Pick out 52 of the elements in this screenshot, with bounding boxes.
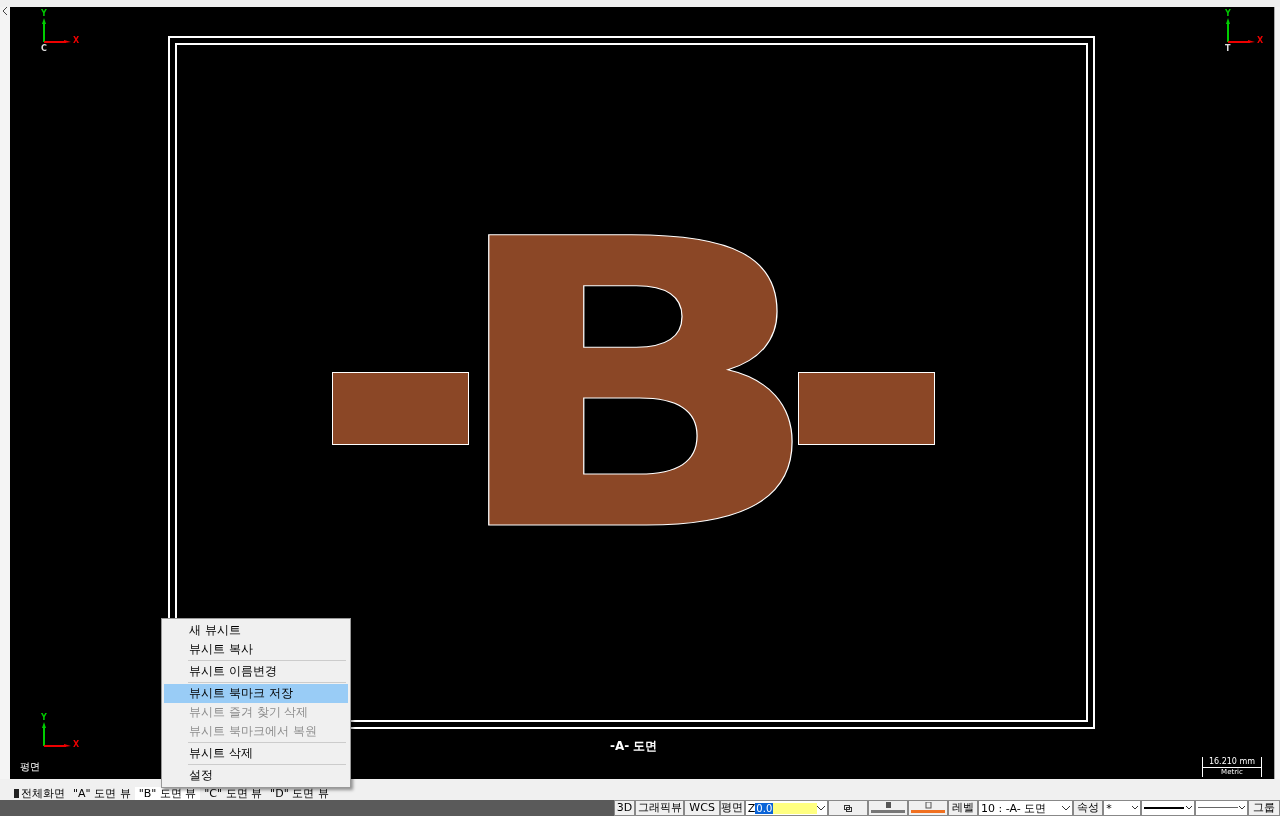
view-label: -A- 도면 xyxy=(610,738,658,755)
chevron-left-icon[interactable] xyxy=(2,7,8,15)
caret-icon xyxy=(1061,805,1070,811)
line-style-dropdown[interactable] xyxy=(1141,800,1195,816)
view-tab[interactable]: "A" 도면 뷰 xyxy=(69,787,135,800)
caret-icon xyxy=(1185,806,1192,810)
status-button[interactable]: 평면 xyxy=(720,800,745,816)
level-dropdown[interactable]: 10 : -A- 도면 xyxy=(978,800,1073,816)
axis-label: Y xyxy=(1225,9,1231,18)
scale-value: 16.210 mm xyxy=(1203,757,1261,768)
menu-item[interactable]: 뷰시트 삭제 xyxy=(164,744,348,763)
view-tab[interactable]: "C" 도면 뷰 xyxy=(200,787,267,800)
drawing-letter: B xyxy=(441,188,829,588)
caret-icon xyxy=(1238,806,1245,810)
menu-item[interactable]: 뷰시트 북마크 저장 xyxy=(164,684,348,703)
color-button[interactable] xyxy=(868,800,908,816)
caret-icon xyxy=(817,805,826,811)
bookmark-icon xyxy=(14,789,19,798)
axis-icon xyxy=(42,722,72,747)
line-width-icon xyxy=(1197,807,1238,809)
view-tab[interactable]: "D" 도면 뷰 xyxy=(266,787,333,800)
style-dropdown[interactable]: * xyxy=(1103,800,1142,816)
axis-icon xyxy=(42,18,72,43)
z-field[interactable]: Z0.0 xyxy=(744,800,829,816)
menu-item[interactable]: 뷰시트 복사 xyxy=(164,640,348,659)
line-width-dropdown[interactable] xyxy=(1194,800,1248,816)
color-swatch-icon xyxy=(910,802,945,814)
layers-icon xyxy=(844,804,853,812)
layer-button[interactable] xyxy=(828,800,869,816)
axis-label: Y xyxy=(41,9,47,18)
view-tab[interactable]: 전체화면 xyxy=(10,787,69,800)
menu-item[interactable]: 뷰시트 이름변경 xyxy=(164,662,348,681)
status-button[interactable]: 그룹 xyxy=(1247,800,1280,816)
axis-label: X xyxy=(73,36,80,45)
axis-label: C xyxy=(41,44,47,53)
axis-label: X xyxy=(73,740,80,749)
status-button[interactable]: 속성 xyxy=(1072,800,1104,816)
view-name: 평면 xyxy=(20,760,40,774)
status-button[interactable]: 3D xyxy=(614,800,635,816)
color-swatch-icon xyxy=(870,802,905,814)
axis-label: X xyxy=(1257,36,1264,45)
line-style-icon xyxy=(1144,806,1185,810)
line-color-button[interactable] xyxy=(907,800,948,816)
view-tab[interactable]: "B" 도면 뷰 xyxy=(134,787,201,800)
status-button[interactable]: 그래픽뷰 xyxy=(634,800,685,816)
status-button[interactable]: WCS xyxy=(684,800,721,816)
axis-icon xyxy=(1226,18,1256,43)
axis-label: T xyxy=(1225,44,1231,53)
status-button[interactable]: 레벨 xyxy=(947,800,978,816)
menu-item[interactable]: 새 뷰시트 xyxy=(164,621,348,640)
axis-label: Y xyxy=(41,713,47,722)
caret-icon xyxy=(1132,806,1139,810)
